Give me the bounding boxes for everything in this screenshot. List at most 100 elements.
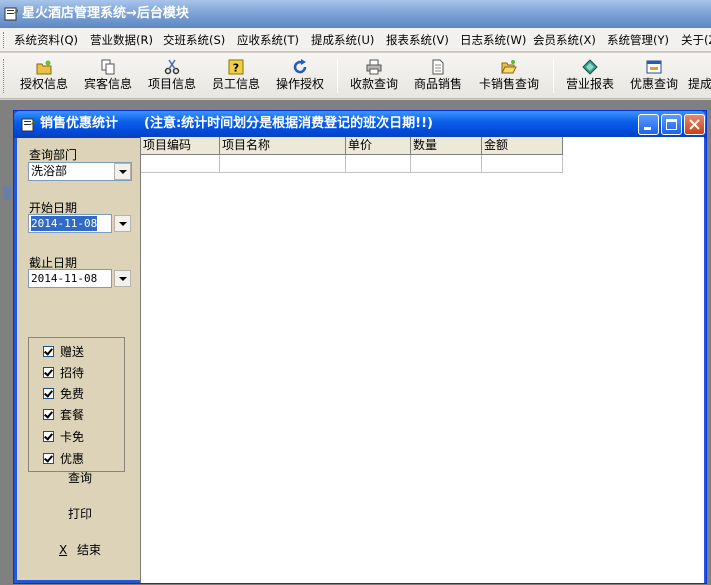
app-title-bar: 星火酒店管理系统→后台模块 bbox=[0, 0, 711, 28]
table-cell[interactable] bbox=[482, 155, 563, 173]
folder-key-icon bbox=[36, 60, 52, 75]
department-label: 查询部门 bbox=[29, 148, 78, 162]
diamond-icon bbox=[582, 59, 598, 75]
minimize-button[interactable] bbox=[638, 114, 659, 135]
results-grid[interactable]: 项目编码 项目名称 单价 数量 金额 bbox=[140, 137, 704, 583]
checkbox-label: 免费 bbox=[60, 387, 85, 401]
table-cell[interactable] bbox=[141, 155, 220, 173]
check-icon[interactable] bbox=[43, 388, 54, 399]
help-icon: ? bbox=[228, 59, 244, 75]
column-header-item-code[interactable]: 项目编码 bbox=[141, 137, 220, 155]
exit-button[interactable]: X 结束 bbox=[40, 539, 120, 561]
commission-label: 提成 bbox=[688, 77, 711, 91]
goods-sales-button[interactable]: 商品销售 bbox=[408, 55, 468, 97]
chevron-down-icon[interactable] bbox=[114, 270, 131, 287]
checkbox-label: 优惠 bbox=[60, 452, 85, 466]
menu-system-data[interactable]: 系统资料(Q) bbox=[14, 32, 78, 48]
window-note: (注意:统计时间划分是根据消费登记的班次日期!!) bbox=[144, 116, 433, 131]
item-info-label: 项目信息 bbox=[147, 77, 196, 91]
toolbar: 授权信息 宾客信息 项目信息 ? 员工信息 操作授权 收款查询 商品销售 卡销售… bbox=[0, 53, 711, 99]
checkbox-label: 卡免 bbox=[60, 430, 85, 444]
discount-type-group: 赠送 招待 免费 套餐 卡免 优惠 bbox=[28, 337, 125, 472]
print-button[interactable]: 打印 bbox=[40, 503, 120, 525]
start-date-picker[interactable]: 2014-11-08 bbox=[28, 214, 132, 233]
column-header-amount[interactable]: 金额 bbox=[482, 137, 563, 155]
column-header-item-name[interactable]: 项目名称 bbox=[220, 137, 346, 155]
mdi-edge-marker bbox=[3, 186, 11, 200]
sales-discount-window: 销售优惠统计 (注意:统计时间划分是根据消费登记的班次日期!!) 查询部门 洗浴… bbox=[13, 110, 707, 584]
window-title: 销售优惠统计 bbox=[40, 116, 119, 131]
table-cell[interactable] bbox=[346, 155, 411, 173]
end-date-field[interactable]: 2014-11-08 bbox=[28, 269, 112, 288]
operation-auth-label: 操作授权 bbox=[275, 77, 324, 91]
end-date-picker[interactable]: 2014-11-08 bbox=[28, 269, 132, 288]
copy-icon bbox=[101, 59, 115, 75]
svg-text:?: ? bbox=[233, 62, 239, 75]
toolbar-separator bbox=[337, 59, 338, 93]
discount-query-button[interactable]: 优惠查询 bbox=[624, 55, 684, 97]
menu-business-data[interactable]: 营业数据(R) bbox=[90, 32, 153, 48]
menu-about[interactable]: 关于(Z) bbox=[681, 32, 711, 48]
end-date-value: 2014-11-08 bbox=[31, 272, 98, 285]
guest-info-button[interactable]: 宾客信息 bbox=[78, 55, 138, 97]
guest-info-label: 宾客信息 bbox=[83, 77, 132, 91]
check-icon[interactable] bbox=[43, 453, 54, 464]
menu-system-admin[interactable]: 系统管理(Y) bbox=[607, 32, 669, 48]
check-icon[interactable] bbox=[43, 346, 54, 357]
menu-log-system[interactable]: 日志系统(W) bbox=[460, 32, 526, 48]
payment-query-label: 收款查询 bbox=[349, 77, 398, 91]
column-header-unit-price[interactable]: 单价 bbox=[346, 137, 411, 155]
commission-button[interactable]: 提成 bbox=[688, 55, 711, 97]
check-icon[interactable] bbox=[43, 431, 54, 442]
staff-info-button[interactable]: ? 员工信息 bbox=[206, 55, 266, 97]
discount-query-label: 优惠查询 bbox=[629, 77, 678, 91]
department-select[interactable]: 洗浴部 bbox=[28, 162, 132, 181]
exit-shortcut: X bbox=[58, 543, 68, 557]
menu-bar: 系统资料(Q) 营业数据(R) 交班系统(S) 应收系统(T) 提成系统(U) … bbox=[0, 28, 711, 52]
window-icon bbox=[21, 118, 35, 132]
scissors-icon bbox=[164, 59, 180, 75]
staff-info-label: 员工信息 bbox=[211, 77, 260, 91]
maximize-button[interactable] bbox=[661, 114, 682, 135]
operation-auth-button[interactable]: 操作授权 bbox=[270, 55, 330, 97]
menu-member-system[interactable]: 会员系统(X) bbox=[533, 32, 596, 48]
exit-label: 结束 bbox=[77, 543, 102, 557]
auth-info-label: 授权信息 bbox=[19, 77, 68, 91]
document-icon bbox=[432, 59, 444, 75]
card-sales-query-button[interactable]: 卡销售查询 bbox=[472, 55, 546, 97]
menu-receivable-system[interactable]: 应收系统(T) bbox=[237, 32, 299, 48]
item-info-button[interactable]: 项目信息 bbox=[142, 55, 202, 97]
business-report-label: 营业报表 bbox=[565, 77, 614, 91]
toolbar-grip[interactable] bbox=[3, 59, 6, 93]
auth-info-button[interactable]: 授权信息 bbox=[14, 55, 74, 97]
printer-icon bbox=[366, 59, 382, 75]
checkbox-label: 招待 bbox=[60, 366, 85, 380]
table-cell[interactable] bbox=[411, 155, 482, 173]
table-cell[interactable] bbox=[220, 155, 346, 173]
check-icon[interactable] bbox=[43, 367, 54, 378]
end-date-label: 截止日期 bbox=[29, 256, 78, 270]
close-icon bbox=[689, 119, 700, 130]
start-date-field[interactable]: 2014-11-08 bbox=[28, 214, 112, 233]
menu-grip[interactable] bbox=[3, 32, 6, 48]
checkbox-label: 赠送 bbox=[60, 345, 85, 359]
filter-panel: 查询部门 洗浴部 开始日期 2014-11-08 截止日期 2014-11-08… bbox=[18, 138, 140, 581]
column-header-quantity[interactable]: 数量 bbox=[411, 137, 482, 155]
open-folder-icon bbox=[501, 60, 517, 74]
card-sales-query-label: 卡销售查询 bbox=[478, 77, 539, 91]
minimize-icon bbox=[644, 127, 651, 130]
query-label: 查询 bbox=[67, 471, 92, 485]
payment-query-button[interactable]: 收款查询 bbox=[344, 55, 404, 97]
business-report-button[interactable]: 营业报表 bbox=[560, 55, 620, 97]
query-button[interactable]: 查询 bbox=[40, 467, 120, 489]
start-date-value: 2014-11-08 bbox=[31, 216, 98, 231]
chevron-down-icon[interactable] bbox=[114, 163, 131, 180]
department-value: 洗浴部 bbox=[31, 164, 68, 178]
menu-shift-system[interactable]: 交班系统(S) bbox=[163, 32, 225, 48]
chevron-down-icon[interactable] bbox=[114, 215, 131, 232]
window-title-bar[interactable]: 销售优惠统计 (注意:统计时间划分是根据消费登记的班次日期!!) bbox=[14, 111, 706, 138]
check-icon[interactable] bbox=[43, 409, 54, 420]
menu-commission-system[interactable]: 提成系统(U) bbox=[311, 32, 374, 48]
close-button[interactable] bbox=[684, 114, 705, 135]
menu-report-system[interactable]: 报表系统(V) bbox=[386, 32, 449, 48]
